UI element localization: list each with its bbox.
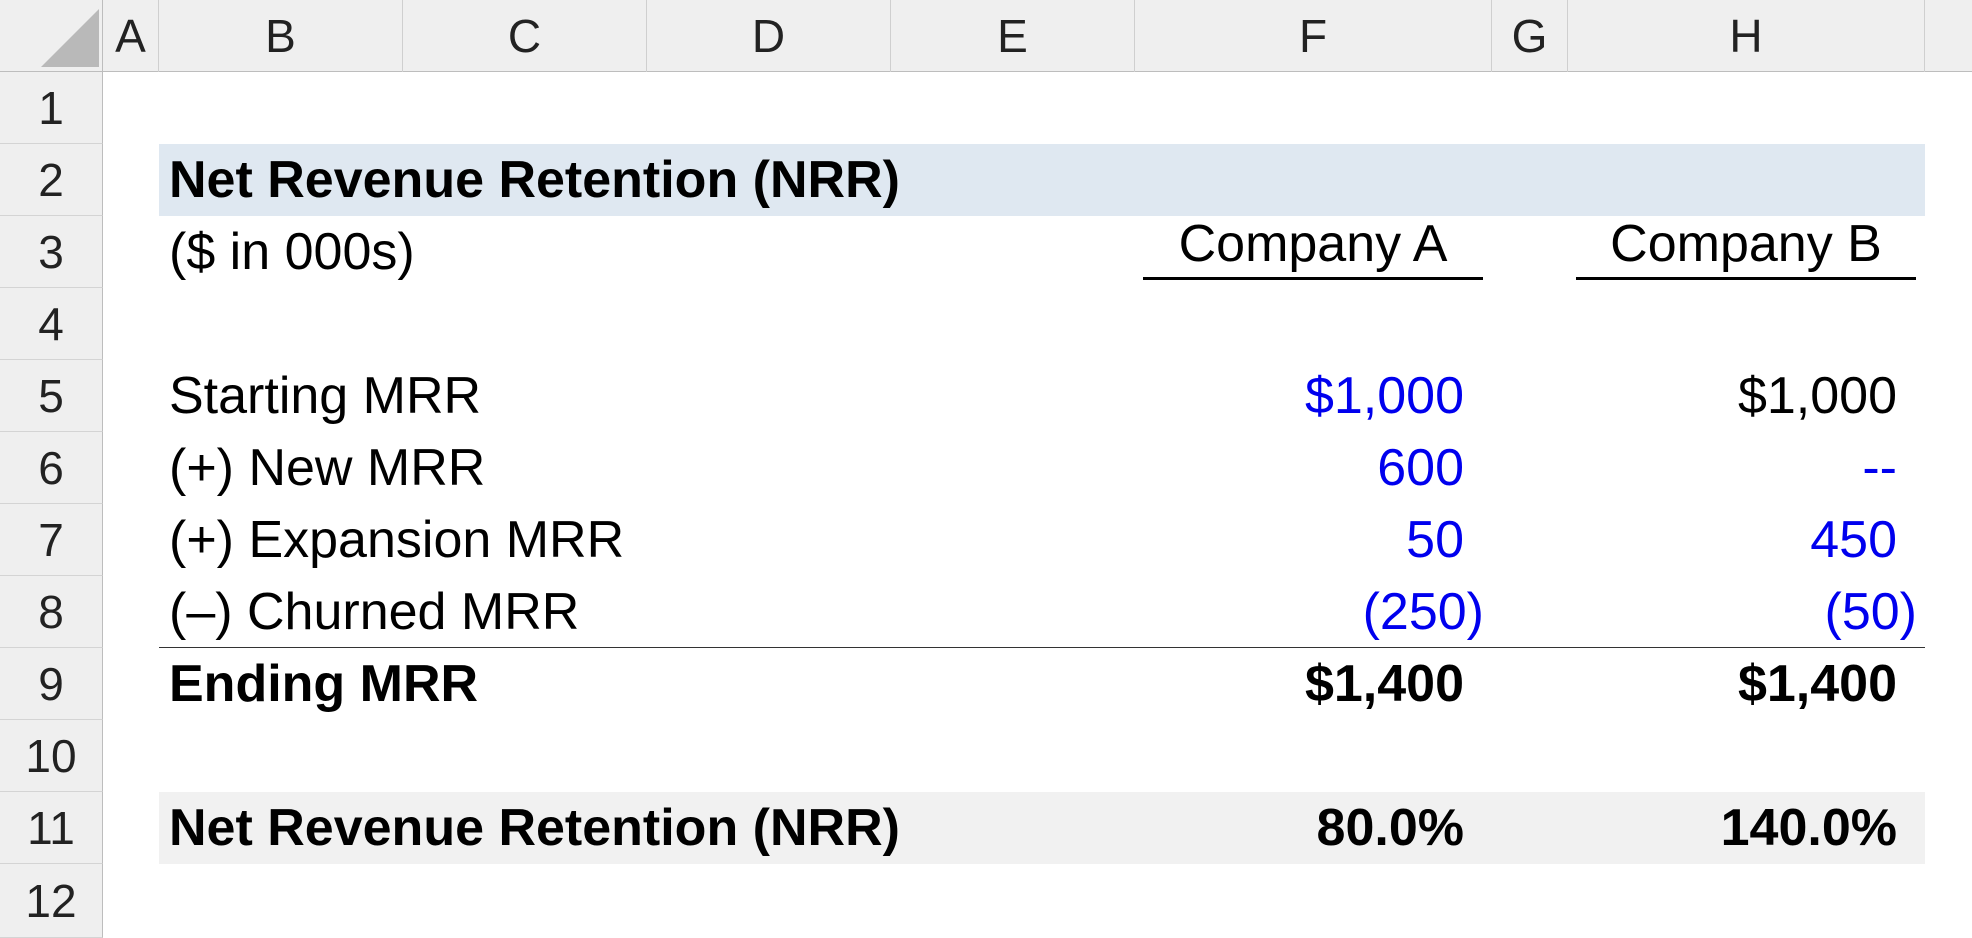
churned-mrr-company-b[interactable]: (50) (1568, 576, 1917, 648)
row-header-1[interactable]: 1 (0, 72, 103, 144)
row-header-9[interactable]: 9 (0, 648, 103, 720)
units-label[interactable]: ($ in 000s) (169, 216, 415, 288)
new-mrr-company-a[interactable]: 600 (1135, 432, 1464, 504)
ending-mrr-company-a[interactable]: $1,400 (1135, 648, 1464, 720)
nrr-label[interactable]: Net Revenue Retention (NRR) (169, 792, 900, 864)
column-header-b[interactable]: B (159, 0, 403, 72)
row-header-8[interactable]: 8 (0, 576, 103, 648)
row-header-6[interactable]: 6 (0, 432, 103, 504)
row-header-7[interactable]: 7 (0, 504, 103, 576)
starting-mrr-label[interactable]: Starting MRR (169, 360, 481, 432)
row-header-11[interactable]: 11 (0, 792, 103, 864)
starting-mrr-company-a[interactable]: $1,000 (1135, 360, 1464, 432)
select-all-icon (41, 9, 99, 67)
row-header-5[interactable]: 5 (0, 360, 103, 432)
row-header-12[interactable]: 12 (0, 864, 103, 938)
company-a-header[interactable]: Company A (1143, 208, 1483, 280)
expansion-mrr-company-a[interactable]: 50 (1135, 504, 1464, 576)
starting-mrr-company-b[interactable]: $1,000 (1568, 360, 1897, 432)
company-b-header[interactable]: Company B (1576, 208, 1916, 280)
column-header-h[interactable]: H (1568, 0, 1925, 72)
column-header-g[interactable]: G (1492, 0, 1568, 72)
row-header-2[interactable]: 2 (0, 144, 103, 216)
row-header-4[interactable]: 4 (0, 288, 103, 360)
row-header-10[interactable]: 10 (0, 720, 103, 792)
ending-mrr-label[interactable]: Ending MRR (169, 648, 478, 720)
column-header-c[interactable]: C (403, 0, 647, 72)
company-b-underline (1576, 277, 1916, 280)
row-header-3[interactable]: 3 (0, 216, 103, 288)
column-header-a[interactable]: A (103, 0, 159, 72)
expansion-mrr-company-b[interactable]: 450 (1568, 504, 1897, 576)
column-header-f[interactable]: F (1135, 0, 1492, 72)
select-all-button[interactable] (0, 0, 103, 72)
nrr-company-a[interactable]: 80.0% (1135, 792, 1464, 864)
spreadsheet: A B C D E F G H 1 2 3 4 5 6 7 8 9 10 11 … (0, 0, 1972, 938)
nrr-company-b[interactable]: 140.0% (1568, 792, 1897, 864)
new-mrr-company-b[interactable]: -- (1568, 432, 1897, 504)
churned-mrr-label[interactable]: (–) Churned MRR (169, 576, 579, 648)
company-a-underline (1143, 277, 1483, 280)
table-title[interactable]: Net Revenue Retention (NRR) (169, 144, 900, 216)
churned-mrr-company-a[interactable]: (250) (1135, 576, 1484, 648)
column-header-d[interactable]: D (647, 0, 891, 72)
new-mrr-label[interactable]: (+) New MRR (169, 432, 485, 504)
column-header-e[interactable]: E (891, 0, 1135, 72)
expansion-mrr-label[interactable]: (+) Expansion MRR (169, 504, 624, 576)
ending-mrr-company-b[interactable]: $1,400 (1568, 648, 1897, 720)
